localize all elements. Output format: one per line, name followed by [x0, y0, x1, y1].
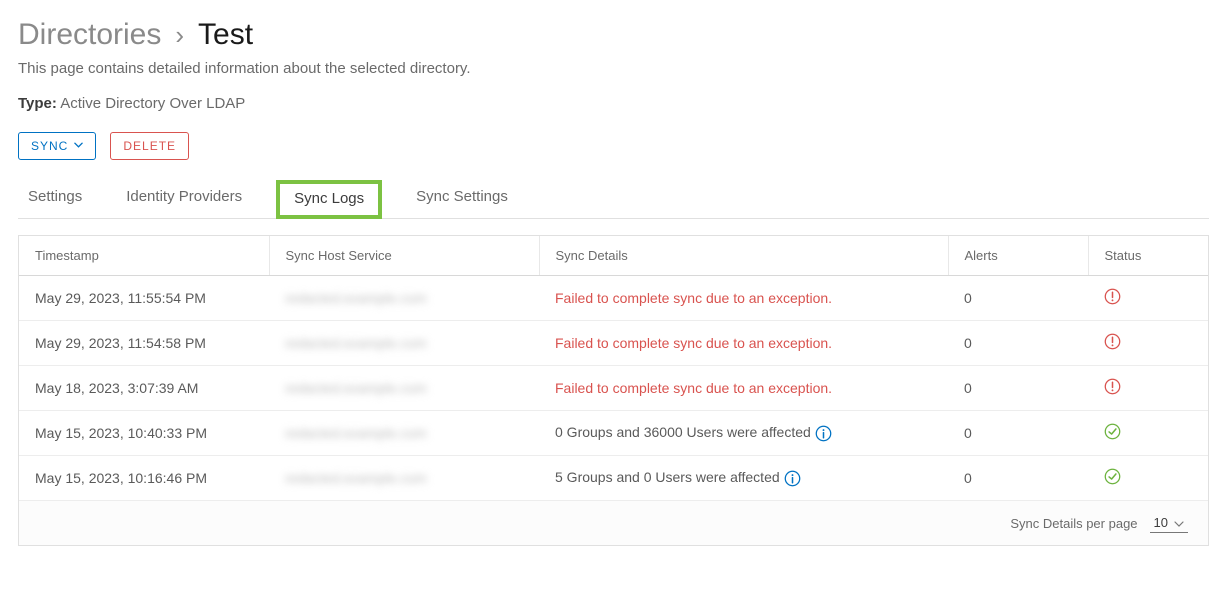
- column-header-status[interactable]: Status: [1088, 236, 1208, 276]
- cell-host: redacted.example.com: [269, 321, 539, 366]
- cell-timestamp: May 15, 2023, 10:16:46 PM: [19, 456, 269, 501]
- success-icon[interactable]: [1104, 468, 1121, 485]
- cell-alerts: 0: [948, 411, 1088, 456]
- cell-alerts: 0: [948, 276, 1088, 321]
- column-header-alerts[interactable]: Alerts: [948, 236, 1088, 276]
- cell-status: [1088, 321, 1208, 366]
- cell-details: Failed to complete sync due to an except…: [539, 321, 948, 366]
- page-description: This page contains detailed information …: [18, 60, 1209, 77]
- type-label: Type:: [18, 95, 57, 112]
- delete-button[interactable]: DELETE: [110, 132, 189, 160]
- cell-timestamp: May 29, 2023, 11:54:58 PM: [19, 321, 269, 366]
- cell-details: Failed to complete sync due to an except…: [539, 366, 948, 411]
- tab-identity-providers[interactable]: Identity Providers: [116, 176, 252, 219]
- page-title: Test: [198, 18, 253, 52]
- info-icon[interactable]: [815, 425, 832, 442]
- cell-host: redacted.example.com: [269, 276, 539, 321]
- table-row: May 29, 2023, 11:54:58 PMredacted.exampl…: [19, 321, 1208, 366]
- sync-button-label: SYNC: [31, 139, 68, 153]
- cell-details: 0 Groups and 36000 Users were affected: [539, 411, 948, 456]
- cell-timestamp: May 29, 2023, 11:55:54 PM: [19, 276, 269, 321]
- error-icon[interactable]: [1104, 288, 1121, 305]
- chevron-down-icon: [74, 142, 83, 151]
- table-header-row: Timestamp Sync Host Service Sync Details…: [19, 236, 1208, 276]
- cell-status: [1088, 411, 1208, 456]
- info-icon[interactable]: [784, 470, 801, 487]
- cell-alerts: 0: [948, 366, 1088, 411]
- breadcrumb: Directories › Test: [18, 18, 1209, 52]
- delete-button-label: DELETE: [123, 139, 176, 153]
- tab-settings[interactable]: Settings: [18, 176, 92, 219]
- breadcrumb-parent-link[interactable]: Directories: [18, 18, 161, 52]
- cell-alerts: 0: [948, 456, 1088, 501]
- cell-host: redacted.example.com: [269, 456, 539, 501]
- tab-sync-logs[interactable]: Sync Logs: [276, 180, 382, 219]
- error-icon[interactable]: [1104, 333, 1121, 350]
- column-header-details[interactable]: Sync Details: [539, 236, 948, 276]
- table-row: May 15, 2023, 10:16:46 PMredacted.exampl…: [19, 456, 1208, 501]
- sync-logs-table: Timestamp Sync Host Service Sync Details…: [19, 236, 1208, 501]
- cell-timestamp: May 18, 2023, 3:07:39 AM: [19, 366, 269, 411]
- cell-details: 5 Groups and 0 Users were affected: [539, 456, 948, 501]
- action-buttons: SYNC DELETE: [18, 132, 1209, 160]
- cell-host: redacted.example.com: [269, 366, 539, 411]
- chevron-down-icon: [1174, 515, 1184, 530]
- breadcrumb-separator: ›: [175, 20, 184, 51]
- cell-timestamp: May 15, 2023, 10:40:33 PM: [19, 411, 269, 456]
- sync-button[interactable]: SYNC: [18, 132, 96, 160]
- type-value: Active Directory Over LDAP: [60, 95, 245, 112]
- page-size-select[interactable]: 10: [1150, 513, 1188, 533]
- cell-details: Failed to complete sync due to an except…: [539, 276, 948, 321]
- table-row: May 29, 2023, 11:55:54 PMredacted.exampl…: [19, 276, 1208, 321]
- success-icon[interactable]: [1104, 423, 1121, 440]
- cell-status: [1088, 366, 1208, 411]
- error-icon[interactable]: [1104, 378, 1121, 395]
- tabs: Settings Identity Providers Sync Logs Sy…: [18, 176, 1209, 219]
- sync-logs-table-container: Timestamp Sync Host Service Sync Details…: [18, 235, 1209, 546]
- page-size-value: 10: [1154, 515, 1168, 530]
- cell-host: redacted.example.com: [269, 411, 539, 456]
- pagination-bar: Sync Details per page 10: [19, 501, 1208, 545]
- cell-status: [1088, 456, 1208, 501]
- directory-type-row: Type: Active Directory Over LDAP: [18, 95, 1209, 112]
- cell-status: [1088, 276, 1208, 321]
- column-header-host[interactable]: Sync Host Service: [269, 236, 539, 276]
- pager-label: Sync Details per page: [1010, 516, 1137, 531]
- cell-alerts: 0: [948, 321, 1088, 366]
- table-row: May 18, 2023, 3:07:39 AMredacted.example…: [19, 366, 1208, 411]
- column-header-timestamp[interactable]: Timestamp: [19, 236, 269, 276]
- table-row: May 15, 2023, 10:40:33 PMredacted.exampl…: [19, 411, 1208, 456]
- tab-sync-settings[interactable]: Sync Settings: [406, 176, 518, 219]
